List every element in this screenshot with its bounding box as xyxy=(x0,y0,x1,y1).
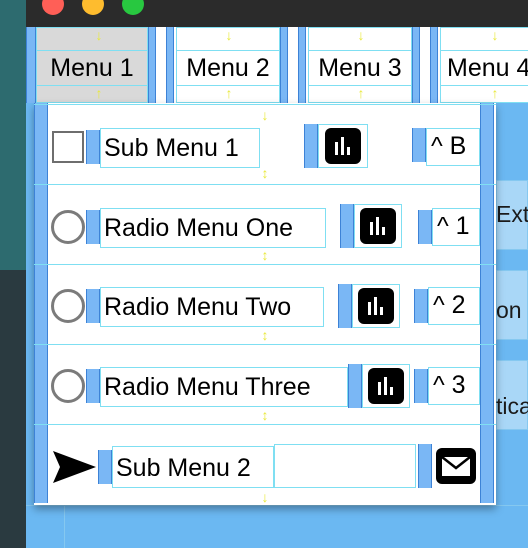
item-spacer xyxy=(338,284,352,328)
item-spacer xyxy=(414,289,428,323)
item-spacer xyxy=(304,124,318,168)
popup-right-edge xyxy=(480,103,494,503)
guide-arrow-down-icon: ↓ xyxy=(261,489,269,505)
menubar-edge xyxy=(26,27,36,103)
guide-arrow-up-icon: ↑ xyxy=(95,85,103,101)
background-divider xyxy=(64,505,65,548)
item-label: Radio Menu Two xyxy=(100,287,324,327)
background-label: tica xyxy=(496,393,528,419)
item-spacer xyxy=(418,210,432,244)
menu-separator xyxy=(166,27,174,103)
radio-button[interactable] xyxy=(51,210,85,244)
row-separator xyxy=(34,104,496,105)
guide-arrow-down-icon: ↓ xyxy=(225,27,233,43)
background-label: Extr xyxy=(496,201,528,227)
item-spacer xyxy=(86,210,100,244)
row-separator xyxy=(34,264,496,265)
guide-arrow-up-icon: ↕ xyxy=(261,407,269,423)
guide-arrow-down-icon: ↓ xyxy=(491,27,499,43)
guide-arrow-up-icon: ↕ xyxy=(261,327,269,343)
bar-chart-icon xyxy=(325,128,361,164)
menu-separator xyxy=(280,27,288,103)
radio-button[interactable] xyxy=(51,289,85,323)
row-separator xyxy=(34,184,496,185)
menu-1-label: Menu 1 xyxy=(37,50,147,86)
item-label: Radio Menu Three xyxy=(100,367,348,407)
menu-separator xyxy=(412,27,420,103)
item-spacer xyxy=(340,204,354,248)
guide-arrow-down-icon: ↓ xyxy=(261,107,269,123)
guide-arrow-down-icon: ↓ xyxy=(357,27,365,43)
send-icon xyxy=(52,448,98,486)
row-separator xyxy=(34,344,496,345)
bar-chart-icon xyxy=(368,368,404,404)
item-label: Sub Menu 2 xyxy=(112,446,274,488)
menu-3-label: Menu 3 xyxy=(309,50,411,86)
menu-3[interactable]: Menu 3 ↓ ↑ xyxy=(308,27,412,103)
guide-arrow-up-icon: ↕ xyxy=(261,165,269,181)
guide-arrow-up-icon: ↑ xyxy=(225,85,233,101)
menu-separator xyxy=(430,27,438,103)
guide-arrow-up-icon: ↑ xyxy=(491,85,499,101)
item-spacer xyxy=(414,369,428,403)
guide-arrow-up-icon: ↕ xyxy=(261,247,269,263)
menu-separator xyxy=(148,27,156,103)
bar-chart-icon xyxy=(358,288,394,324)
popup-left-edge xyxy=(34,103,48,503)
background-window-edge-upper xyxy=(0,0,26,270)
item-label: Radio Menu One xyxy=(100,208,326,248)
envelope-icon xyxy=(436,448,476,484)
item-spacer xyxy=(86,369,100,403)
item-spacer xyxy=(86,289,100,323)
background-label: on xyxy=(496,297,522,323)
item-spacer xyxy=(412,128,426,162)
guide-arrow-up-icon: ↑ xyxy=(357,85,365,101)
accelerator-label: ^ B xyxy=(426,128,480,166)
accelerator-label: ^ 2 xyxy=(428,287,480,325)
bar-chart-icon xyxy=(360,208,396,244)
accelerator-label: ^ 1 xyxy=(432,208,480,246)
menu-2[interactable]: Menu 2 ↓ ↑ xyxy=(176,27,280,103)
menu-2-label: Menu 2 xyxy=(177,50,279,86)
row-separator xyxy=(34,424,496,425)
menu-1[interactable]: Menu 1 ↓ ↑ xyxy=(36,27,148,103)
item-filler xyxy=(274,444,416,488)
guide-arrow-down-icon: ↓ xyxy=(95,27,103,43)
accelerator-label: ^ 3 xyxy=(428,367,480,405)
background-divider xyxy=(26,505,528,506)
menu-separator xyxy=(298,27,306,103)
menu-4-label: Menu 4 xyxy=(441,50,528,86)
checkbox[interactable] xyxy=(52,131,84,163)
item-label: Sub Menu 1 xyxy=(100,128,260,168)
item-spacer xyxy=(348,364,362,408)
item-spacer xyxy=(86,130,100,164)
item-spacer xyxy=(98,450,112,484)
item-spacer xyxy=(418,444,432,488)
menu-4[interactable]: Menu 4 ↓ ↑ xyxy=(440,27,528,103)
radio-button[interactable] xyxy=(51,369,85,403)
